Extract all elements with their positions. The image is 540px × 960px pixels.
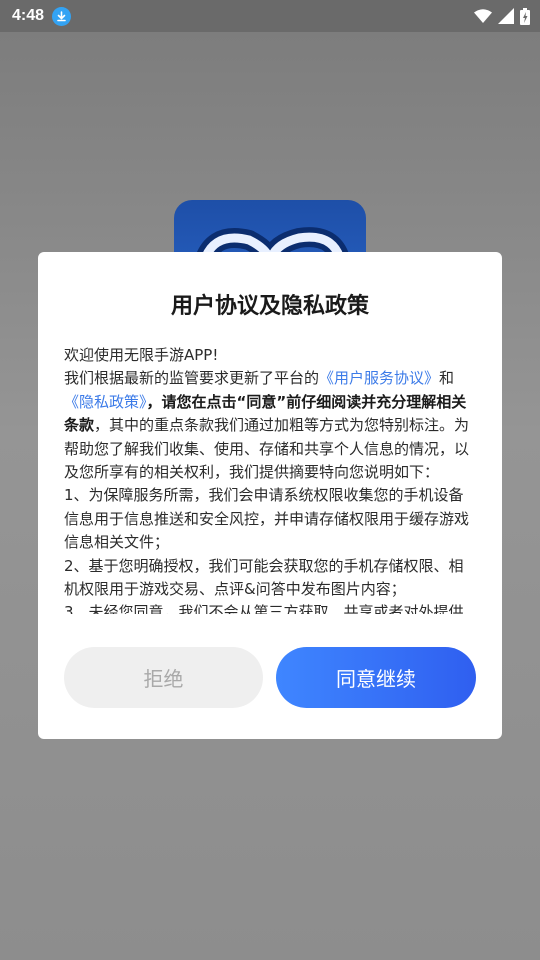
status-bar: 4:48 xyxy=(0,0,540,32)
and-text: 和 xyxy=(439,369,455,388)
list-item: 3、未经您同意，我们不会从第三方获取、共享或者对外提供 xyxy=(64,603,464,614)
list-item: 1、为保障服务所需，我们会申请系统权限收集您的手机设备信息用于信息推送和安全风控… xyxy=(64,486,470,552)
agreement-dialog: 用户协议及隐私政策 欢迎使用无限手游APP! 我们根据最新的监管要求更新了平台的… xyxy=(38,252,502,739)
status-time: 4:48 xyxy=(12,7,45,24)
app-background: 4:48 用户协议及隐私政策 欢迎使用无限手游APP! 我们根据最新的监管要求更… xyxy=(0,0,540,960)
download-icon xyxy=(52,6,72,26)
reject-button[interactable]: 拒绝 xyxy=(64,647,263,708)
accept-continue-button[interactable]: 同意继续 xyxy=(276,647,476,708)
wifi-icon xyxy=(474,9,492,23)
intro-text: 我们根据最新的监管要求更新了平台的 xyxy=(64,369,320,388)
battery-icon xyxy=(520,7,530,25)
list-item: 2、基于您明确授权，我们可能会获取您的手机存储权限、相机权限用于游戏交易、点评&… xyxy=(64,556,464,599)
dialog-title: 用户协议及隐私政策 xyxy=(170,294,369,319)
privacy-policy-link[interactable]: 《隐私政策》 xyxy=(64,393,147,411)
signal-icon xyxy=(498,8,514,24)
agreement-text-scroll[interactable]: 欢迎使用无限手游APP! 我们根据最新的监管要求更新了平台的《用户服务协议》和《… xyxy=(64,344,478,614)
status-icons xyxy=(474,7,530,25)
greeting-text: 欢迎使用无限手游APP! xyxy=(64,346,219,364)
summary-text: ，其中的重点条款我们通过加粗等方式为您特别标注。为帮助您了解我们收集、使用、存储… xyxy=(64,416,470,482)
agreement-paragraph: 我们根据最新的监管要求更新了平台的《用户服务协议》和《隐私政策》，请您在点击“同… xyxy=(64,367,478,484)
user-service-agreement-link[interactable]: 《用户服务协议》 xyxy=(319,369,439,387)
